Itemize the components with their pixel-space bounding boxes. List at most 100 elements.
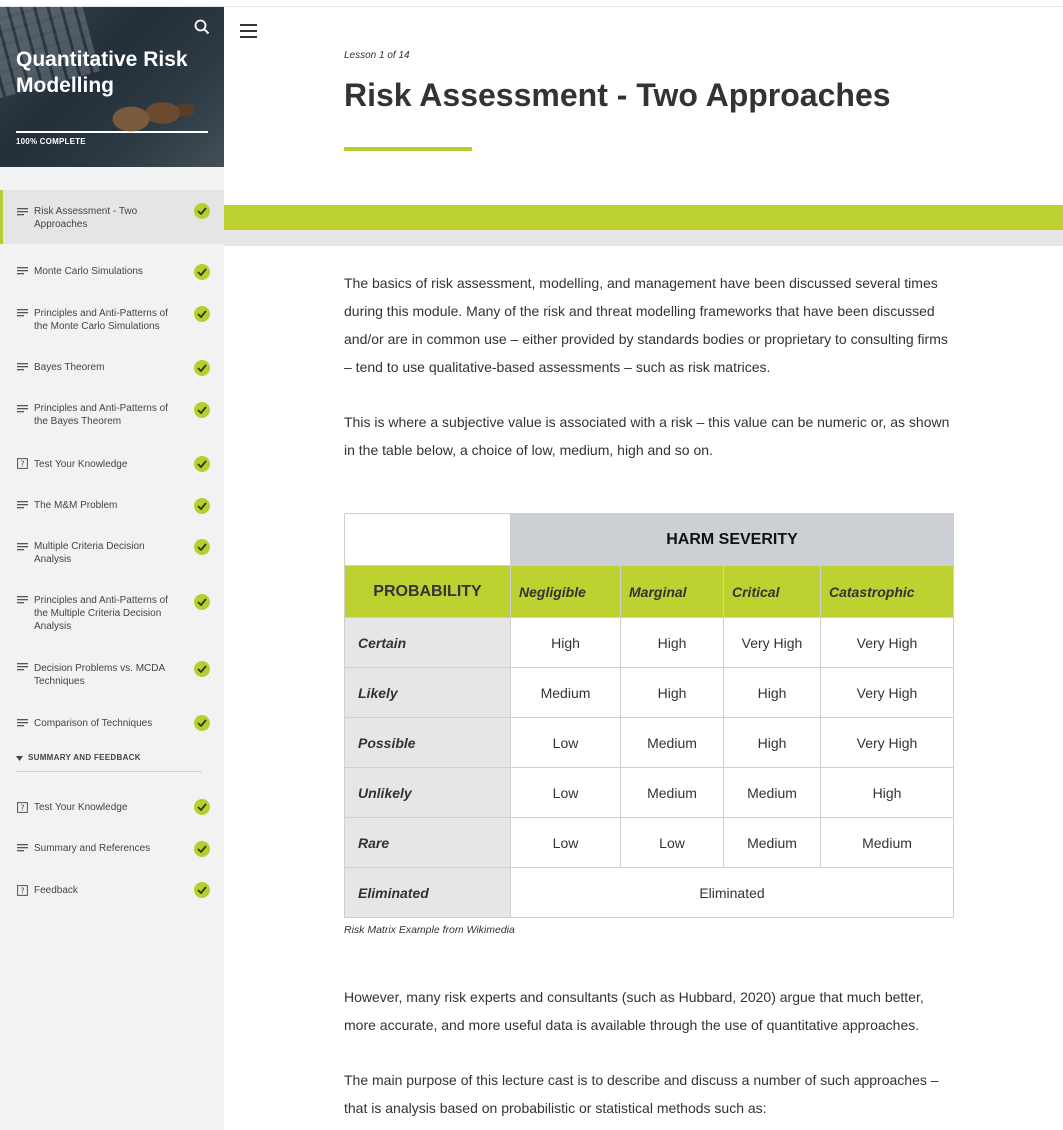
svg-text:?: ? [20, 804, 24, 813]
menu-icon[interactable] [240, 24, 257, 38]
sidebar-item-mcda[interactable]: Multiple Criteria Decision Analysis [0, 520, 224, 574]
text-lines-icon [17, 208, 28, 216]
text-lines-icon [17, 501, 28, 509]
risk-cell: High [510, 617, 621, 668]
sidebar-item-test-knowledge-2[interactable]: ? Test Your Knowledge [0, 780, 224, 822]
completed-check-icon [194, 456, 210, 472]
risk-cell: Very High [820, 667, 954, 718]
sidebar-item-comparison[interactable]: Comparison of Techniques [0, 696, 224, 738]
completed-check-icon [194, 264, 210, 280]
sidebar-item-label: Feedback [34, 885, 78, 896]
risk-cell: Medium [620, 717, 724, 768]
sidebar-item-label: Principles and Anti-Patterns of the Mont… [34, 308, 168, 332]
probability-label: Likely [344, 667, 511, 718]
sidebar-item-label: Test Your Knowledge [34, 459, 128, 470]
sidebar-item-decision-problems[interactable]: Decision Problems vs. MCDA Techniques [0, 642, 224, 696]
completed-check-icon [194, 306, 210, 322]
subjective-value-paragraph: This is where a subjective value is asso… [344, 414, 950, 458]
table-row: Unlikely Low Medium Medium High [344, 767, 954, 818]
text-lines-icon [17, 363, 28, 371]
table-caption: Risk Matrix Example from Wikimedia [344, 924, 515, 936]
probability-header: PROBABILITY [344, 565, 511, 618]
svg-text:?: ? [20, 887, 24, 896]
completed-check-icon [194, 882, 210, 898]
risk-cell: Medium [723, 817, 821, 868]
sidebar-item-mcda-principles[interactable]: Principles and Anti-Patterns of the Mult… [0, 574, 224, 642]
svg-text:?: ? [20, 460, 24, 469]
risk-cell: Low [510, 717, 621, 768]
search-icon[interactable] [194, 19, 210, 35]
risk-cell: High [620, 667, 724, 718]
probability-label: Unlikely [344, 767, 511, 818]
title-underline [344, 147, 472, 151]
purpose-paragraph: The main purpose of this lecture cast is… [344, 1072, 939, 1116]
lesson-counter: Lesson 1 of 14 [344, 50, 410, 61]
sidebar-item-label: Decision Problems vs. MCDA Techniques [34, 663, 165, 687]
risk-matrix-table: HARM SEVERITY PROBABILITY Negligible Mar… [344, 513, 954, 918]
caret-down-icon[interactable] [16, 756, 23, 761]
course-progress-label: 100% COMPLETE [16, 137, 86, 146]
completed-check-icon [194, 841, 210, 857]
section-title[interactable]: SUMMARY AND FEEDBACK [28, 753, 141, 762]
sidebar-item-label: Test Your Knowledge [34, 802, 128, 813]
risk-cell: High [620, 617, 724, 668]
sidebar-item-monte-carlo-principles[interactable]: Principles and Anti-Patterns of the Mont… [0, 286, 224, 340]
completed-check-icon [194, 203, 210, 219]
completed-check-icon [194, 539, 210, 555]
risk-cell: Medium [820, 817, 954, 868]
risk-cell: Low [510, 817, 621, 868]
sidebar-item-monte-carlo[interactable]: Monte Carlo Simulations [0, 244, 224, 286]
severity-header: Critical [723, 565, 821, 618]
quiz-icon: ? [17, 885, 28, 896]
table-header-row: HARM SEVERITY [344, 513, 954, 566]
quiz-icon: ? [17, 458, 28, 469]
section-divider [16, 771, 202, 772]
section-divider-gray [224, 230, 1063, 246]
completed-check-icon [194, 594, 210, 610]
text-lines-icon [17, 663, 28, 671]
table-row: Rare Low Low Medium Medium [344, 817, 954, 868]
sidebar-item-bayes-principles[interactable]: Principles and Anti-Patterns of the Baye… [0, 382, 224, 436]
sidebar-item-label: Monte Carlo Simulations [34, 266, 143, 277]
risk-cell: Eliminated [510, 867, 954, 918]
text-lines-icon [17, 719, 28, 727]
table-row: Possible Low Medium High Very High [344, 717, 954, 768]
risk-cell: High [820, 767, 954, 818]
quiz-icon: ? [17, 802, 28, 813]
completed-check-icon [194, 661, 210, 677]
sidebar-item-risk-assessment[interactable]: Risk Assessment - Two Approaches [0, 190, 224, 244]
course-header: Quantitative Risk Modelling 100% COMPLET… [0, 7, 224, 167]
page-title: Risk Assessment - Two Approaches [344, 77, 891, 113]
sidebar-item-feedback[interactable]: ? Feedback [0, 864, 224, 906]
probability-label: Eliminated [344, 867, 511, 918]
completed-check-icon [194, 402, 210, 418]
text-lines-icon [17, 596, 28, 604]
probability-label: Rare [344, 817, 511, 868]
table-row: Eliminated Eliminated [344, 867, 954, 918]
risk-cell: Very High [723, 617, 821, 668]
sidebar-item-summary[interactable]: Summary and References [0, 822, 224, 864]
intro-paragraph: The basics of risk assessment, modelling… [344, 275, 948, 375]
severity-row: PROBABILITY Negligible Marginal Critical… [344, 565, 954, 618]
severity-header: Marginal [620, 565, 724, 618]
completed-check-icon [194, 799, 210, 815]
text-lines-icon [17, 405, 28, 413]
sidebar-item-mm-problem[interactable]: The M&M Problem [0, 478, 224, 520]
completed-check-icon [194, 715, 210, 731]
probability-label: Certain [344, 617, 511, 668]
course-progress-fill [16, 131, 208, 133]
severity-header: Negligible [510, 565, 621, 618]
sidebar-item-bayes[interactable]: Bayes Theorem [0, 340, 224, 382]
risk-cell: Very High [820, 717, 954, 768]
quantitative-paragraph: However, many risk experts and consultan… [344, 989, 924, 1033]
text-lines-icon [17, 267, 28, 275]
sidebar-item-label: Multiple Criteria Decision Analysis [34, 541, 145, 565]
completed-check-icon [194, 360, 210, 376]
sidebar-item-test-knowledge-1[interactable]: ? Test Your Knowledge [0, 436, 224, 478]
risk-cell: High [723, 667, 821, 718]
sidebar-item-label: Risk Assessment - Two Approaches [34, 206, 138, 230]
course-title: Quantitative Risk Modelling [16, 48, 188, 97]
table-corner-cell [344, 513, 511, 566]
top-border [0, 0, 1063, 7]
sidebar-item-label: Bayes Theorem [34, 362, 105, 373]
